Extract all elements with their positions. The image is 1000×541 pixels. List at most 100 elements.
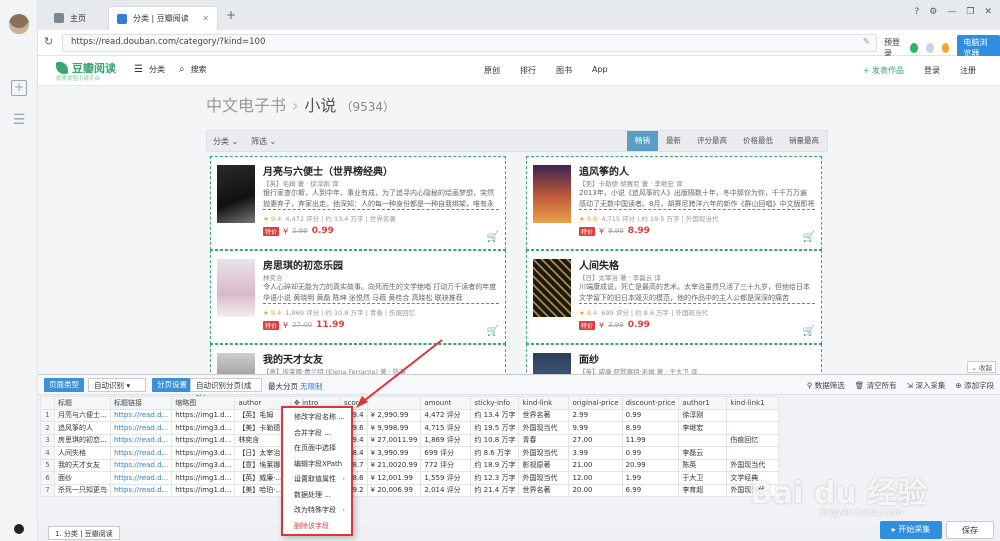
book-cover[interactable] [217, 353, 255, 374]
book-card[interactable]: 月亮与六便士（世界榜经典） 【英】毛姆 著 · 徐淳刚 译 银行家查尔斯，人到中… [210, 156, 506, 250]
table-cell[interactable]: https://img1.d... [171, 433, 236, 447]
table-row[interactable]: 4 人间失格 https://read.d... https://img3.d... 【… [40, 446, 780, 460]
table-cell[interactable]: 月亮与六便士... [54, 408, 111, 422]
table-cell[interactable]: 8.99 [621, 421, 680, 435]
register-link[interactable]: 注册 [960, 65, 976, 76]
table-cell[interactable]: 9.99 [568, 421, 623, 435]
table-cell[interactable]: https://img3.d... [171, 421, 236, 435]
menu-select-in-page[interactable]: 在页面中选择 [283, 441, 351, 457]
search-icon[interactable]: ⌕ [179, 64, 185, 75]
add-icon[interactable]: + [11, 80, 27, 96]
column-header[interactable]: sticky-info [470, 396, 520, 410]
user-avatar[interactable] [9, 14, 29, 34]
table-cell[interactable]: 20.00 [568, 483, 623, 497]
edit-url-icon[interactable]: ✎ [863, 37, 870, 47]
book-title[interactable]: 人间失格 [579, 257, 619, 272]
table-cell[interactable]: https://read.d... [109, 458, 173, 472]
sort-top-sales[interactable]: 销量最高 [781, 131, 827, 151]
table-cell[interactable]: 外国现当代 [518, 446, 570, 460]
qq-icon[interactable] [14, 524, 24, 534]
table-cell[interactable]: ¥ 3,990.99 [366, 446, 422, 460]
book-card[interactable]: 面纱 【英】威廉·萨默塞特·毛姆 著 · 于大卫 译 [526, 344, 822, 374]
column-header[interactable]: 标题 [54, 396, 111, 410]
book-card[interactable]: 人间失格 【日】太宰治 著 · 李磊云 译 川端康成说，死亡是最高的艺术。太宰治… [526, 250, 822, 344]
sort-bestselling[interactable]: 畅销 [627, 131, 658, 151]
table-cell[interactable]: 于大卫 [678, 471, 728, 485]
table-cell[interactable]: https://img1.d... [171, 471, 236, 485]
table-cell[interactable]: 0.99 [621, 446, 680, 460]
column-header[interactable]: amount [420, 396, 472, 410]
table-cell[interactable]: ¥ 21,0020.99 [366, 458, 422, 472]
table-cell[interactable]: https://read.d... [109, 433, 173, 447]
table-cell[interactable]: 追风筝的人 [54, 421, 111, 435]
column-header[interactable]: 缩略图 [171, 396, 236, 410]
menu-search-link[interactable]: 搜索 [191, 64, 207, 75]
data-filter-button[interactable]: ⚲ 数据筛选 [807, 380, 845, 391]
column-header[interactable]: kind-link [518, 396, 570, 410]
table-cell[interactable]: ¥ 9,998.99 [366, 421, 422, 435]
tab-close-icon[interactable]: ✕ [202, 14, 209, 23]
table-cell[interactable]: https://img3.d... [171, 458, 236, 472]
table-cell[interactable]: ¥ 12,001.99 [366, 471, 422, 485]
add-field-button[interactable]: ⊕ 添加字段 [955, 380, 994, 391]
column-header[interactable]: kind-link1 [726, 396, 780, 410]
nav-original[interactable]: 原创 [484, 65, 500, 76]
nav-books[interactable]: 图书 [556, 65, 572, 76]
extension-gray-icon[interactable] [926, 43, 934, 53]
column-header[interactable]: original-price [568, 396, 623, 410]
menu-category-link[interactable]: 分类 [149, 64, 165, 75]
book-card[interactable]: 房思琪的初恋乐园 林奕含 令人心碎却无能为力的真实故事。向死而生的文学绝唱 打动… [210, 250, 506, 344]
table-cell[interactable]: 11.99 [621, 433, 680, 447]
cart-icon[interactable]: 🛒 [487, 326, 499, 337]
table-cell[interactable]: 3.99 [568, 446, 623, 460]
table-cell[interactable] [726, 408, 780, 422]
table-cell[interactable]: 699 评分 [420, 446, 472, 460]
table-cell[interactable]: 约 19.5 万字 [470, 421, 520, 435]
sort-top-rated[interactable]: 评分最高 [689, 131, 735, 151]
table-cell[interactable]: https://img3.d... [171, 446, 236, 460]
table-cell[interactable]: ¥ 27,0011.99 [366, 433, 422, 447]
table-cell[interactable]: 世界名著 [518, 408, 570, 422]
table-cell[interactable]: 杀死一只知更鸟 [54, 483, 111, 497]
table-cell[interactable]: 约 21.4 万字 [470, 483, 520, 497]
table-cell[interactable]: 人间失格 [54, 446, 111, 460]
table-cell[interactable]: 约 10.8 万字 [470, 433, 520, 447]
deep-collect-button[interactable]: ⇲ 深入采集 [907, 380, 946, 391]
table-cell[interactable]: 李继宏 [678, 421, 728, 435]
filter-category-dropdown[interactable]: 分类 ⌄ [213, 136, 238, 147]
table-cell[interactable]: https://img1.d... [171, 483, 236, 497]
table-cell[interactable]: 21.00 [568, 458, 623, 472]
table-cell[interactable]: 约 13.4 万字 [470, 408, 520, 422]
breadcrumb-parent[interactable]: 中文电子书 [206, 96, 286, 115]
table-cell[interactable] [678, 433, 728, 447]
table-cell[interactable]: 外国现当代 [518, 421, 570, 435]
table-cell[interactable]: 外国现当代 [518, 471, 570, 485]
new-tab-icon[interactable]: + [226, 8, 236, 22]
table-cell[interactable]: 影视原著 [518, 458, 570, 472]
table-row[interactable]: 6 面纱 https://read.d... https://img1.d... 【英】… [40, 471, 780, 485]
column-header[interactable]: 标题链接 [109, 396, 173, 410]
menu-delete-field[interactable]: 删除该字段 [283, 519, 351, 535]
book-cover[interactable] [533, 165, 571, 223]
table-cell[interactable]: 2,014 评分 [420, 483, 472, 497]
table-cell[interactable]: 青春 [518, 433, 570, 447]
table-cell[interactable]: 1.99 [621, 471, 680, 485]
no-limit-link[interactable]: 无限制 [300, 381, 323, 392]
book-title[interactable]: 面纱 [579, 351, 599, 366]
table-cell[interactable]: 我的天才女友 [54, 458, 111, 472]
book-title[interactable]: 房思琪的初恋乐园 [263, 257, 343, 272]
table-cell[interactable]: https://img1.d... [171, 408, 236, 422]
book-card[interactable]: 我的天才女友 【意】埃莱娜·费兰特 (Elena Ferrante) 著 · 陈… [210, 344, 506, 374]
book-title[interactable]: 追风筝的人 [579, 163, 629, 178]
settings-icon[interactable]: ⚙ [929, 7, 937, 17]
table-cell[interactable]: 徐淳刚 [678, 408, 728, 422]
cart-icon[interactable]: 🛒 [803, 232, 815, 243]
table-cell[interactable]: https://read.d... [109, 408, 173, 422]
sort-newest[interactable]: 最新 [658, 131, 689, 151]
table-row[interactable]: 5 我的天才女友 https://read.d... https://img3.d..… [40, 458, 780, 472]
reload-icon[interactable]: ↻ [44, 35, 53, 48]
help-icon[interactable]: ? [915, 7, 920, 17]
cart-icon[interactable]: 🛒 [803, 326, 815, 337]
book-cover[interactable] [533, 353, 571, 374]
hamburger-icon[interactable]: ☰ [134, 64, 143, 75]
